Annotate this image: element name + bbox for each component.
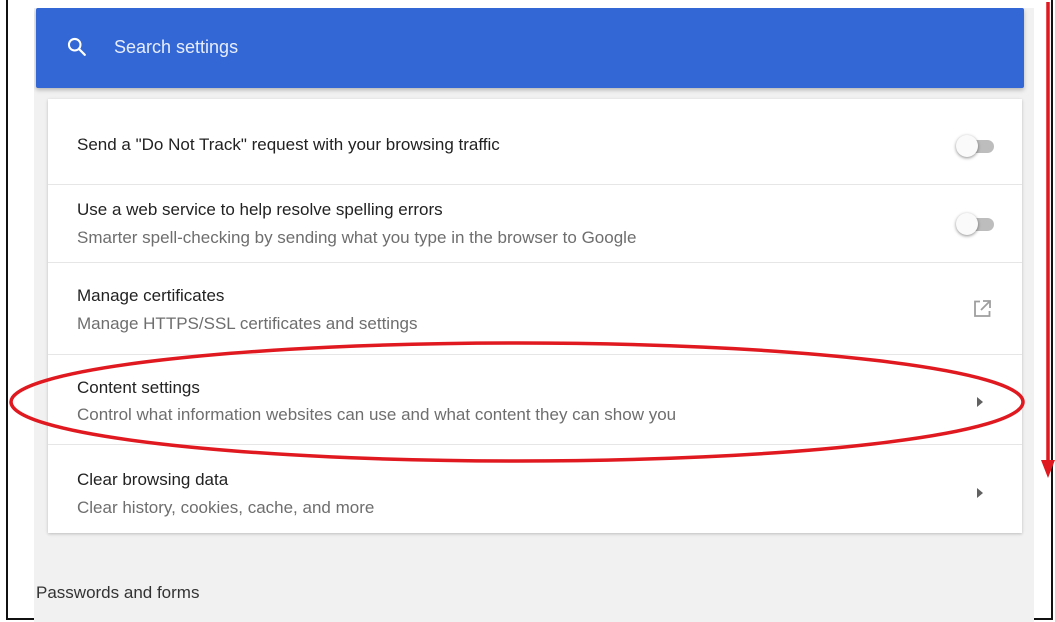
chevron-right-icon [977,397,983,407]
do-not-track-title: Send a "Do Not Track" request with your … [77,135,500,154]
clear-browsing-data-row[interactable]: Clear browsing data Clear history, cooki… [48,445,1022,533]
clear-browsing-data-subtitle: Clear history, cookies, cache, and more [77,498,375,517]
manage-certificates-row[interactable]: Manage certificates Manage HTTPS/SSL cer… [48,263,1022,355]
spelling-service-title: Use a web service to help resolve spelli… [77,200,443,219]
manage-certificates-subtitle: Manage HTTPS/SSL certificates and settin… [77,314,418,333]
settings-page: Search settings Send a "Do Not Track" re… [34,8,1034,622]
search-bar[interactable]: Search settings [36,8,1024,88]
spelling-service-toggle[interactable] [956,213,994,235]
clear-browsing-data-title: Clear browsing data [77,470,229,489]
passwords-and-forms-header: Passwords and forms [36,583,200,602]
do-not-track-toggle[interactable] [956,135,994,157]
toggle-knob [956,135,978,157]
chevron-right-icon [977,488,983,498]
content-settings-title: Content settings [77,378,200,397]
external-link-icon[interactable] [972,299,992,319]
do-not-track-row[interactable]: Send a "Do Not Track" request with your … [48,99,1022,185]
content-settings-row[interactable]: Content settings Control what informatio… [48,355,1022,445]
content-settings-subtitle: Control what information websites can us… [77,405,677,424]
spelling-service-subtitle: Smarter spell-checking by sending what y… [77,228,637,247]
toggle-knob [956,213,978,235]
manage-certificates-title: Manage certificates [77,286,225,305]
search-icon [67,37,86,56]
spelling-service-row[interactable]: Use a web service to help resolve spelli… [48,185,1022,263]
search-input[interactable]: Search settings [114,35,238,59]
privacy-settings-card: Send a "Do Not Track" request with your … [48,99,1022,533]
